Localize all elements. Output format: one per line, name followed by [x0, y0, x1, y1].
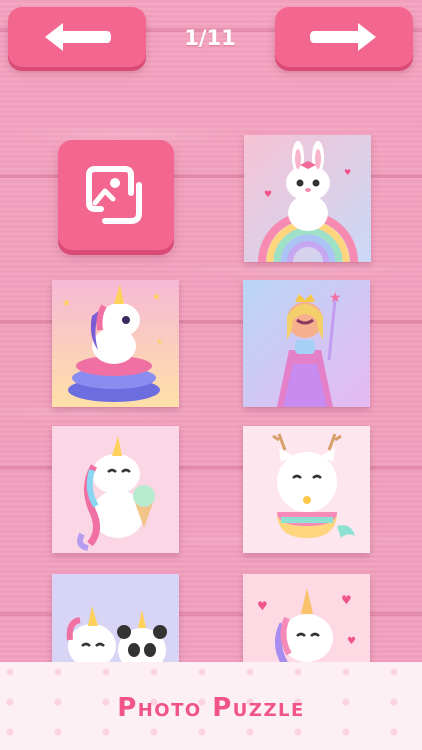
cat-mermaid-image	[243, 426, 370, 553]
previous-button[interactable]	[8, 7, 146, 67]
photo-gallery-icon	[86, 166, 142, 224]
footer-banner: Photo Puzzle	[0, 662, 422, 750]
svg-text:♥: ♥	[344, 168, 351, 177]
svg-text:★: ★	[156, 337, 163, 346]
svg-text:★: ★	[152, 292, 161, 303]
puzzle-tile-cat-mermaid[interactable]	[243, 426, 370, 553]
svg-text:♥: ♥	[264, 190, 272, 200]
puzzle-tile-bunny-on-rainbow[interactable]: ♥ ♥	[244, 135, 371, 262]
svg-text:♥: ♥	[347, 636, 356, 647]
app-title: Photo Puzzle	[117, 693, 305, 723]
svg-text:♥: ♥	[257, 599, 268, 613]
puzzle-tile-unicorn-on-pillows[interactable]: ★ ★ ★	[52, 280, 179, 407]
puzzle-tile-unicorn-with-ice-cream[interactable]	[52, 426, 179, 553]
arrow-left-icon	[45, 23, 111, 51]
svg-text:★: ★	[329, 290, 342, 306]
unicorn-icecream-image	[52, 426, 179, 553]
svg-text:♥: ♥	[341, 593, 352, 607]
page-counter: 1/11	[184, 26, 236, 50]
bunny-image: ♥ ♥	[244, 135, 371, 262]
next-button[interactable]	[275, 7, 413, 67]
photo-gallery-button[interactable]	[58, 140, 174, 250]
svg-text:★: ★	[62, 298, 71, 309]
arrow-right-icon	[310, 23, 376, 51]
princess-image: ★	[243, 280, 370, 407]
unicorn-pillows-image: ★ ★ ★	[52, 280, 179, 407]
puzzle-tile-unicorn-princess[interactable]: ★	[243, 280, 370, 407]
